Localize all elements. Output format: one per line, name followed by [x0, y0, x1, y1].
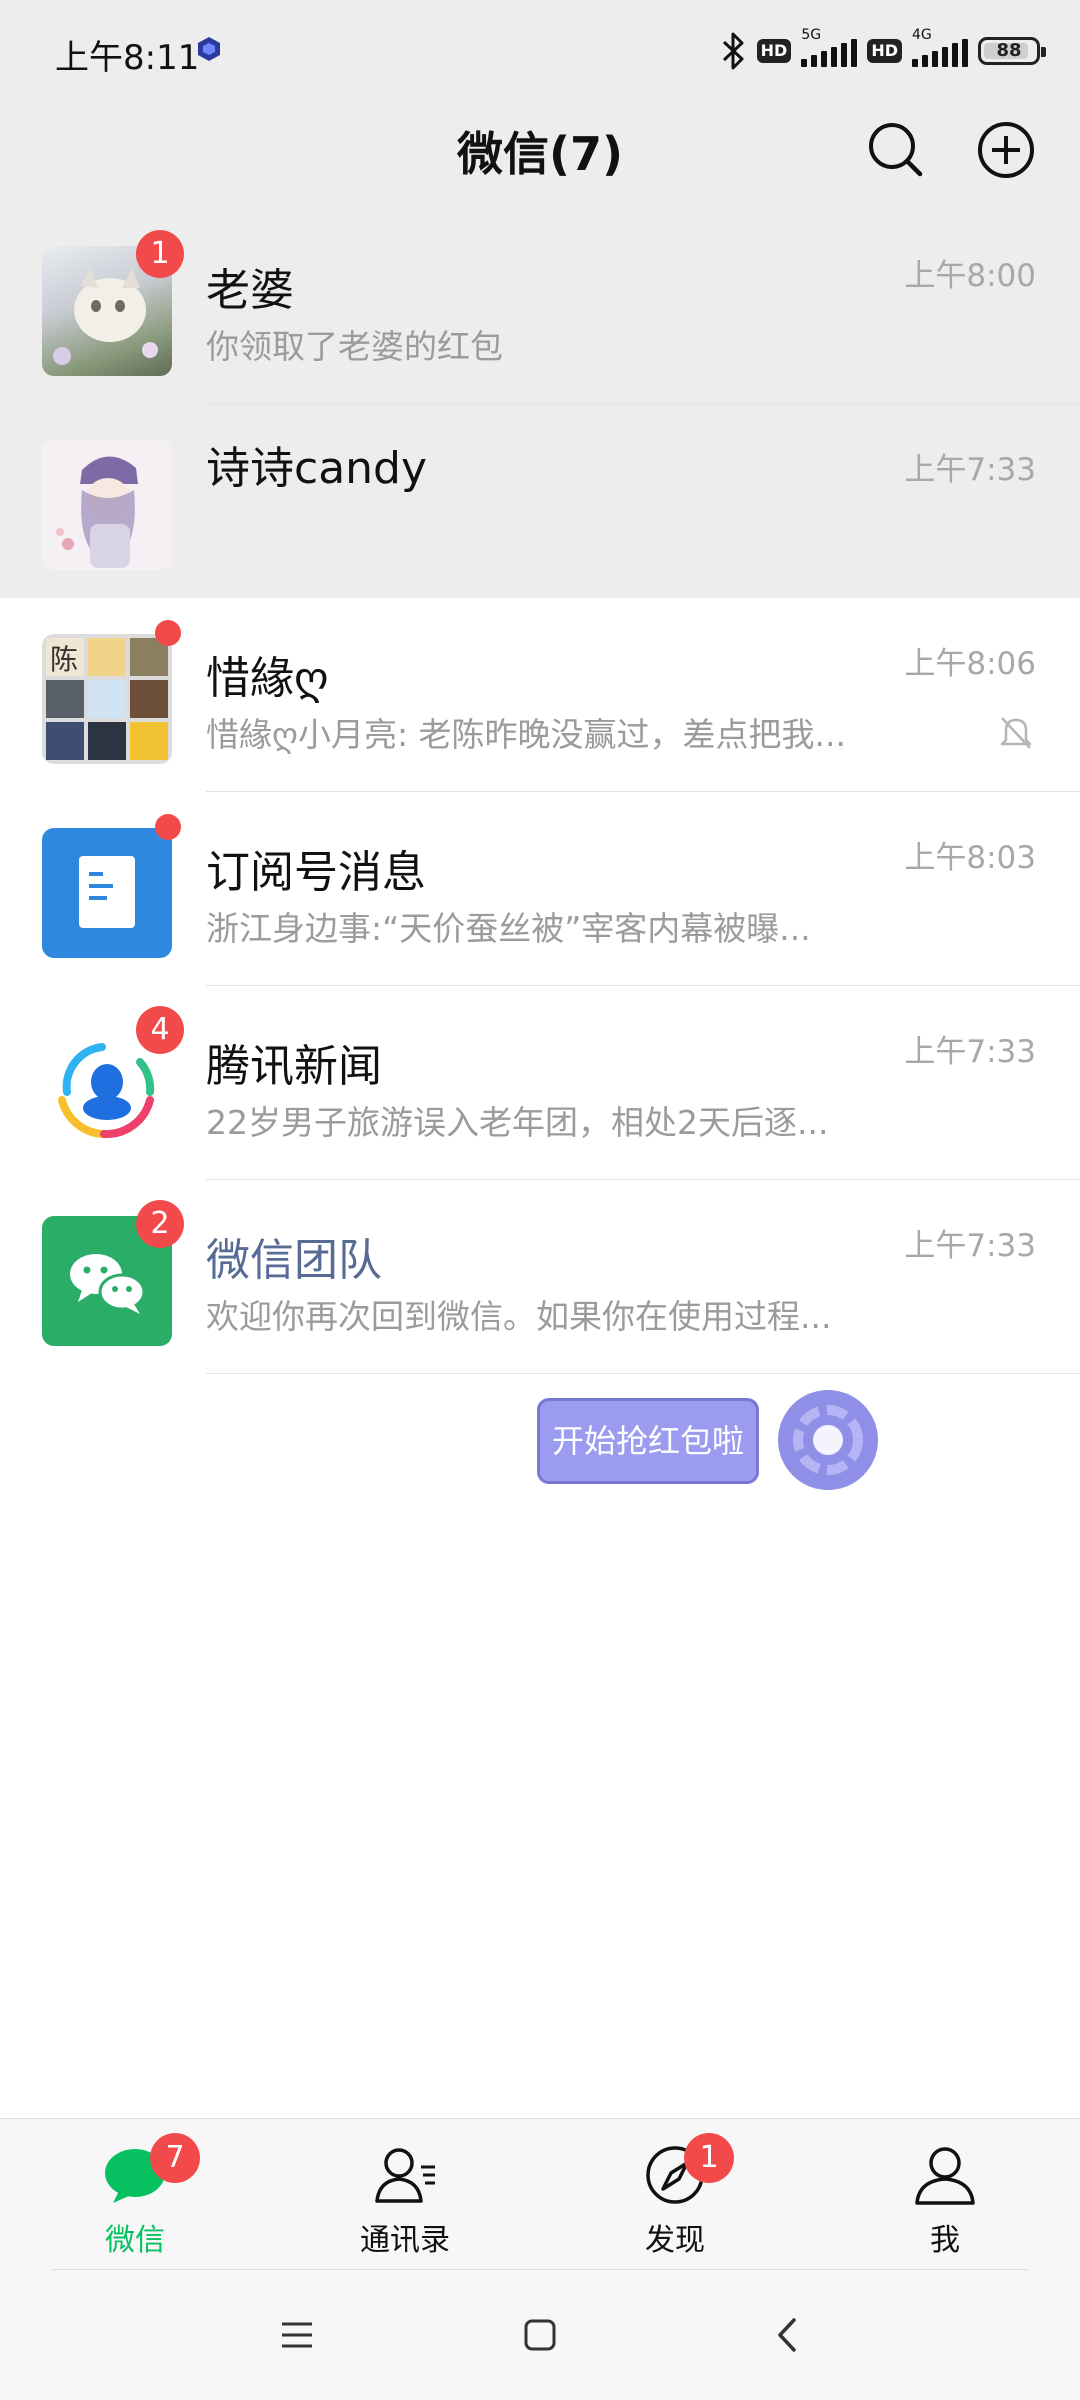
back-icon[interactable] — [762, 2310, 812, 2360]
battery-icon: 88 — [978, 37, 1046, 65]
chat-time: 上午7:33 — [904, 1034, 1036, 1070]
chat-item-group-xiyuan[interactable]: 陈 惜緣ღ 惜緣ღ小月亮: 老陈昨晚没赢过，差点把我... 上午8:06 — [0, 598, 1080, 792]
signal-4g-icon: 4G — [912, 27, 968, 67]
unread-dot — [155, 814, 181, 840]
chat-time: 上午7:33 — [904, 452, 1036, 488]
hd-badge-2: HD — [867, 39, 902, 63]
chat-name: 老婆 — [206, 265, 294, 316]
chat-name: 惜緣ღ — [206, 653, 329, 704]
status-icons: HD 5G HD 4G 88 — [721, 27, 1046, 74]
tab-discover[interactable]: 1 发现 — [540, 2119, 810, 2271]
chat-item-wechat-team[interactable]: 2 微信团队 欢迎你再次回到微信。如果你在使用过程... 上午7:33 — [0, 1180, 1080, 1374]
search-icon[interactable] — [864, 118, 928, 182]
chat-name: 腾讯新闻 — [206, 1041, 382, 1092]
bluetooth-icon — [722, 32, 744, 70]
chat-name: 订阅号消息 — [206, 847, 426, 898]
status-time: 上午8:11 — [55, 38, 200, 78]
avatar — [42, 828, 172, 958]
assistive-ball-button[interactable] — [778, 1390, 878, 1490]
hd-badge: HD — [756, 39, 792, 63]
subscription-doc-icon — [79, 856, 135, 928]
chat-item-wife[interactable]: 1 老婆 你领取了老婆的红包 上午8:00 — [0, 210, 1080, 404]
chat-item-tencent-news[interactable]: 4 腾讯新闻 22岁男子旅游误入老年团，相处2天后逐... 上午7:33 — [0, 986, 1080, 1180]
unread-badge: 1 — [136, 230, 184, 278]
tab-label: 通讯录 — [360, 2223, 450, 2258]
divider — [206, 1373, 1080, 1374]
tab-badge: 1 — [684, 2133, 734, 2183]
system-nav-bar — [0, 2270, 1080, 2400]
tab-chats[interactable]: 7 微信 — [0, 2119, 270, 2271]
bottom-tab-bar: 7 微信 通讯录 1 发现 我 — [0, 2118, 1080, 2271]
network-type-label-2: 4G — [912, 27, 932, 43]
group-avatar-char: 陈 — [50, 643, 79, 676]
battery-level: 88 — [996, 40, 1022, 61]
status-bar: 上午8:11 HD 5G HD 4G 88 — [0, 0, 1080, 100]
profile-icon — [915, 2147, 975, 2205]
chat-last-message: 你领取了老婆的红包 — [206, 327, 503, 366]
tab-badge: 7 — [150, 2133, 200, 2183]
chat-name: 微信团队 — [206, 1235, 382, 1286]
home-icon[interactable] — [515, 2310, 565, 2360]
mute-bell-icon — [1000, 717, 1032, 749]
menu-icon[interactable] — [272, 2310, 322, 2360]
tab-me[interactable]: 我 — [810, 2119, 1080, 2271]
group-avatar: 陈 — [42, 634, 172, 764]
unread-badge: 2 — [136, 1200, 184, 1248]
signal-5g-icon: 5G — [801, 27, 858, 67]
chat-name: 诗诗candy — [206, 443, 428, 494]
grab-red-packet-button[interactable]: 开始抢红包啦 — [537, 1398, 759, 1484]
chat-last-message: 浙江身边事:“天价蚕丝被”宰客内幕被曝... — [206, 909, 811, 948]
chat-time: 上午8:06 — [904, 646, 1036, 682]
app-header: 微信(7) — [0, 100, 1080, 211]
assistive-touch-icon — [793, 1405, 863, 1475]
add-icon[interactable] — [974, 118, 1038, 182]
avatar — [42, 440, 172, 570]
tab-label: 发现 — [645, 2223, 705, 2258]
chat-last-message: 欢迎你再次回到微信。如果你在使用过程... — [206, 1297, 832, 1336]
tab-label: 微信 — [105, 2223, 165, 2258]
anime-girl-avatar — [56, 456, 138, 568]
chat-last-message: 惜緣ღ小月亮: 老陈昨晚没赢过，差点把我... — [206, 715, 847, 754]
unread-badge: 4 — [136, 1006, 184, 1054]
chat-time: 上午7:33 — [904, 1228, 1036, 1264]
chat-time: 上午8:03 — [904, 840, 1036, 876]
contacts-icon — [375, 2148, 435, 2203]
tab-contacts[interactable]: 通讯录 — [270, 2119, 540, 2271]
network-type-label: 5G — [801, 27, 822, 43]
vpn-icon — [198, 37, 220, 61]
unread-dot — [155, 620, 181, 646]
tab-label: 我 — [930, 2223, 960, 2258]
chat-item-shishi-candy[interactable]: 诗诗candy 上午7:33 — [0, 404, 1080, 598]
chat-item-subscriptions[interactable]: 订阅号消息 浙江身边事:“天价蚕丝被”宰客内幕被曝... 上午8:03 — [0, 792, 1080, 986]
chat-last-message: 22岁男子旅游误入老年团，相处2天后逐... — [206, 1103, 829, 1142]
chat-time: 上午8:00 — [904, 258, 1036, 294]
